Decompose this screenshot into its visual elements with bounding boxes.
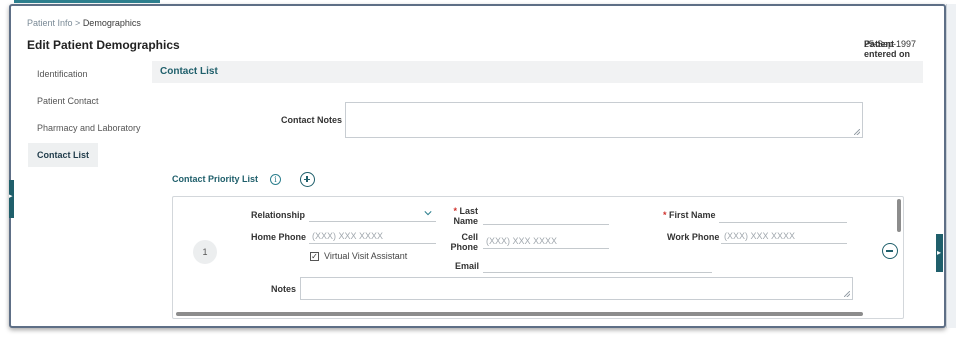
work-phone-placeholder: (XXX) XXX XXXX — [724, 231, 796, 241]
required-marker: * — [453, 206, 457, 216]
sidebar-nav: Identification Patient Contact Pharmacy … — [28, 62, 148, 170]
row-notes-textarea[interactable] — [300, 277, 853, 300]
sidebar-item-identification[interactable]: Identification — [28, 62, 148, 86]
remove-contact-icon[interactable] — [882, 243, 898, 259]
info-icon[interactable]: i — [270, 174, 281, 185]
patient-entered-label: Patient entered on — [863, 39, 910, 59]
email-input[interactable] — [483, 257, 712, 273]
email-label: Email — [455, 261, 480, 271]
vertical-scrollbar[interactable] — [897, 199, 901, 232]
relationship-select[interactable] — [309, 206, 436, 222]
contact-row-number: 1 — [193, 240, 217, 264]
last-name-label: * Last Name — [453, 206, 478, 226]
first-name-label: * First Name — [663, 210, 716, 220]
contact-notes-label: Contact Notes — [281, 115, 343, 125]
work-phone-input[interactable]: (XXX) XXX XXXX — [721, 228, 847, 244]
left-panel-toggle[interactable] — [9, 180, 14, 218]
cell-phone-input[interactable]: (XXX) XXX XXXX — [483, 233, 609, 249]
last-name-input[interactable] — [483, 209, 609, 225]
first-name-input[interactable] — [719, 207, 847, 223]
contact-notes-textarea[interactable] — [345, 102, 863, 138]
chevron-down-icon — [424, 211, 432, 216]
breadcrumb-current: Demographics — [82, 18, 141, 28]
breadcrumb-parent[interactable]: Patient Info — [27, 18, 73, 28]
sidebar-item-contact-list[interactable]: Contact List — [28, 143, 98, 167]
breadcrumb-separator: > — [72, 18, 83, 28]
relationship-label: Relationship — [251, 210, 306, 220]
right-panel-toggle[interactable] — [936, 234, 943, 272]
resize-grip-icon[interactable] — [844, 291, 850, 297]
top-accent-bar — [14, 0, 160, 3]
sidebar-item-pharmacy-laboratory[interactable]: Pharmacy and Laboratory — [28, 116, 148, 140]
cell-phone-placeholder: (XXX) XXX XXXX — [486, 236, 558, 246]
add-contact-icon[interactable] — [300, 172, 315, 187]
section-title: Contact List — [160, 66, 218, 77]
sidebar-item-patient-contact[interactable]: Patient Contact — [28, 89, 148, 113]
home-phone-input[interactable]: (XXX) XXX XXXX — [309, 228, 436, 244]
page-title: Edit Patient Demographics — [27, 38, 180, 52]
required-marker: * — [663, 210, 667, 220]
patient-entered-info: Patient entered on 25-Sep-1997 — [864, 39, 916, 59]
horizontal-scrollbar[interactable] — [176, 312, 863, 316]
resize-grip-icon[interactable] — [854, 129, 860, 135]
virtual-visit-label[interactable]: Virtual Visit Assistant — [324, 251, 407, 261]
work-phone-label: Work Phone — [667, 232, 720, 242]
row-notes-label: Notes — [271, 284, 297, 294]
section-header: Contact List — [152, 61, 923, 83]
virtual-visit-checkbox[interactable]: ✓ — [310, 252, 319, 261]
right-rail — [946, 4, 956, 328]
contact-priority-list-label: Contact Priority List — [172, 174, 259, 184]
home-phone-label: Home Phone — [251, 232, 307, 242]
home-phone-placeholder: (XXX) XXX XXXX — [312, 231, 384, 241]
cell-phone-label: Cell Phone — [450, 232, 478, 252]
breadcrumb: Patient Info > Demographics — [27, 18, 141, 28]
